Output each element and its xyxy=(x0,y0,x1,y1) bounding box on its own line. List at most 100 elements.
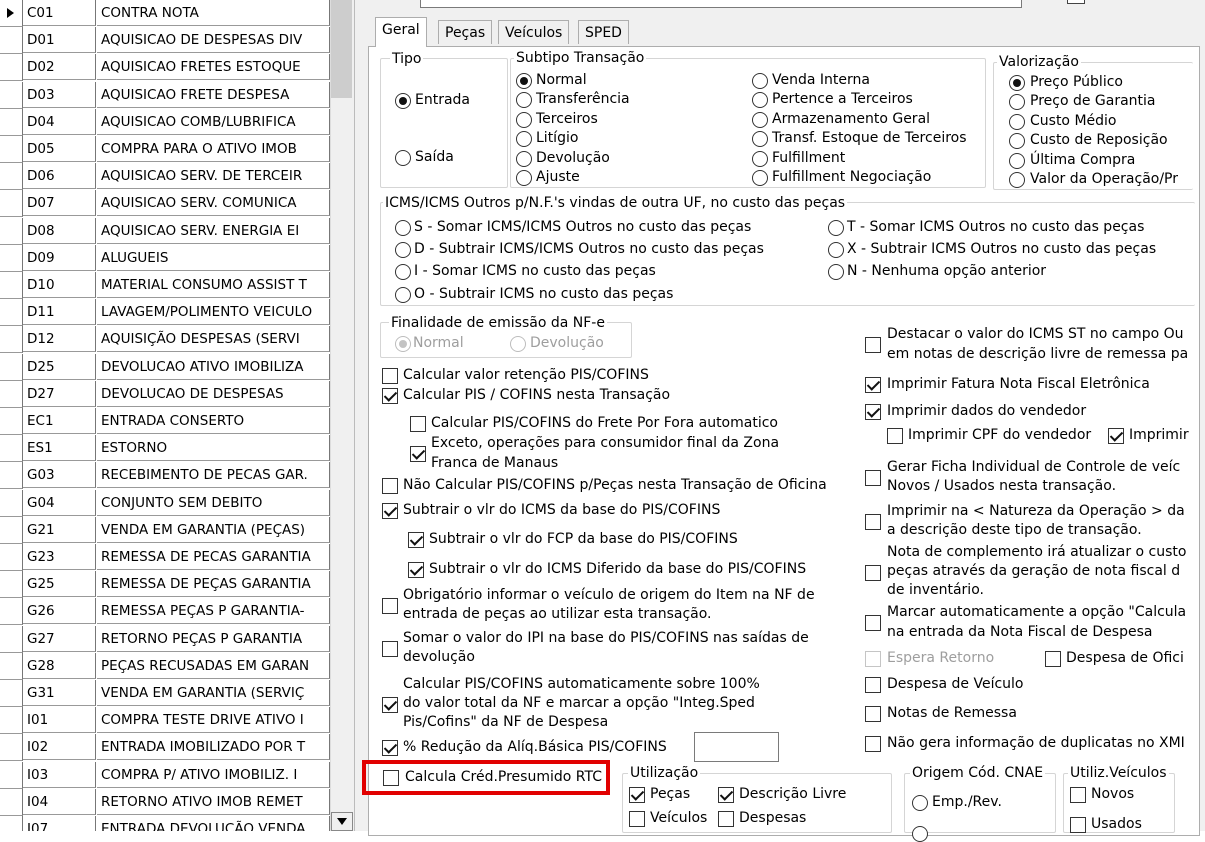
calc-frete-checkbox[interactable] xyxy=(410,416,426,432)
espera-retorno-checkbox[interactable] xyxy=(865,651,881,667)
valorizacao-radio[interactable] xyxy=(1009,172,1025,188)
table-row[interactable]: D02 AQUISICAO FRETES ESTOQUE xyxy=(0,54,330,82)
row-code-cell[interactable]: D27 xyxy=(23,380,96,407)
row-code-cell[interactable]: D08 xyxy=(23,217,96,244)
marcar-auto-checkbox[interactable] xyxy=(865,615,881,631)
table-row[interactable]: G27 RETORNO PEÇAS P GARANTIA xyxy=(0,625,330,653)
row-description-cell[interactable]: RECEBIMENTO DE PECAS GAR. xyxy=(97,462,330,489)
row-code-cell[interactable]: EC1 xyxy=(23,408,96,434)
subtipo-radio[interactable] xyxy=(752,170,768,186)
subtrair-icms-checkbox[interactable] xyxy=(382,503,398,519)
icms-option-radio[interactable] xyxy=(395,220,411,236)
icms-option-radio[interactable] xyxy=(395,242,411,258)
row-code-cell[interactable]: D03 xyxy=(23,81,96,108)
icms-option-radio[interactable] xyxy=(395,264,411,280)
row-code-cell[interactable]: G03 xyxy=(23,462,96,489)
finalidade-devolucao-radio[interactable] xyxy=(510,336,526,352)
row-description-cell[interactable]: ENTRADA CONSERTO xyxy=(97,408,330,434)
row-code-cell[interactable]: D07 xyxy=(23,190,96,217)
row-description-cell[interactable]: MATERIAL CONSUMO ASSIST T xyxy=(97,272,330,298)
row-description-cell[interactable]: ENTRADA IMOBILIZADO POR T xyxy=(97,734,330,761)
table-row[interactable]: D08 AQUISICAO SERV. ENERGIA EI xyxy=(0,217,330,245)
grid-vertical-scrollbar[interactable] xyxy=(330,0,355,831)
row-description-cell[interactable]: ENTRADA DEVOLUÇÃO VENDA xyxy=(97,816,330,831)
row-description-cell[interactable]: VENDA EM GARANTIA (PEÇAS) xyxy=(97,516,330,543)
row-description-cell[interactable]: RETORNO PEÇAS P GARANTIA xyxy=(97,625,330,652)
subtipo-radio[interactable] xyxy=(752,73,768,89)
row-code-cell[interactable]: G28 xyxy=(23,652,96,679)
table-row[interactable]: D01 AQUISICAO DE DESPESAS DIV xyxy=(0,27,330,55)
row-code-cell[interactable]: I03 xyxy=(23,761,96,788)
table-row[interactable]: G03 RECEBIMENTO DE PECAS GAR. xyxy=(0,462,330,490)
row-code-cell[interactable]: ES1 xyxy=(23,435,96,462)
imprimir-natureza-checkbox[interactable] xyxy=(865,514,881,530)
utilizacao-despesas-checkbox[interactable] xyxy=(718,811,734,827)
row-code-cell[interactable]: I01 xyxy=(23,707,96,734)
row-description-cell[interactable]: AQUISICAO FRETES ESTOQUE xyxy=(97,54,330,81)
row-code-cell[interactable]: G27 xyxy=(23,625,96,652)
row-description-cell[interactable]: AQUISIÇÃO DESPESAS (SERVI xyxy=(97,326,330,353)
icms-option-radio[interactable] xyxy=(828,264,844,280)
row-description-cell[interactable]: COMPRA TESTE DRIVE ATIVO I xyxy=(97,707,330,734)
subtipo-radio[interactable] xyxy=(516,112,532,128)
row-description-cell[interactable]: ESTORNO xyxy=(97,435,330,462)
row-description-cell[interactable]: PEÇAS RECUSADAS EM GARAN xyxy=(97,652,330,679)
row-code-cell[interactable]: G23 xyxy=(23,544,96,570)
imprimir-cpf-checkbox[interactable] xyxy=(887,428,903,444)
valorizacao-radio[interactable] xyxy=(1009,153,1025,169)
row-description-cell[interactable]: AQUISICAO FRETE DESPESA xyxy=(97,81,330,108)
row-description-cell[interactable]: DEVOLUCAO DE DESPESAS xyxy=(97,380,330,407)
top-checkbox[interactable] xyxy=(1067,0,1085,4)
table-row[interactable]: G04 CONJUNTO SEM DEBITO xyxy=(0,489,330,517)
subtipo-radio[interactable] xyxy=(752,131,768,147)
row-description-cell[interactable]: AQUISICAO SERV. COMUNICA xyxy=(97,190,330,217)
tipo-saida-radio[interactable] xyxy=(395,150,411,166)
table-row[interactable]: G26 REMESSA PEÇAS P GARANTIA- xyxy=(0,598,330,626)
table-row[interactable]: D09 ALUGUEIS xyxy=(0,244,330,272)
grid-scroll-thumb[interactable] xyxy=(331,0,352,98)
row-code-cell[interactable]: I04 xyxy=(23,788,96,815)
row-code-cell[interactable]: D09 xyxy=(23,244,96,271)
row-description-cell[interactable]: COMPRA PARA O ATIVO IMOB xyxy=(97,136,330,162)
row-code-cell[interactable]: G26 xyxy=(23,598,96,625)
valorizacao-radio[interactable] xyxy=(1009,75,1025,91)
icms-option-radio[interactable] xyxy=(395,287,411,303)
table-row[interactable]: D06 AQUISICAO SERV. DE TERCEIR xyxy=(0,163,330,191)
despesa-veiculo-checkbox[interactable] xyxy=(865,677,881,693)
origem-second-radio[interactable] xyxy=(912,826,928,842)
row-description-cell[interactable]: CONJUNTO SEM DEBITO xyxy=(97,489,330,516)
utilizacao-veiculos-checkbox[interactable] xyxy=(629,811,645,827)
table-row[interactable]: D12 AQUISIÇÃO DESPESAS (SERVI xyxy=(0,326,330,354)
destacar-icms-st-checkbox[interactable] xyxy=(865,337,881,353)
tab-pecas[interactable]: Peças xyxy=(438,20,493,44)
row-code-cell[interactable]: G25 xyxy=(23,571,96,598)
imprimir-fatura-checkbox[interactable] xyxy=(865,377,881,393)
subtipo-radio[interactable] xyxy=(516,92,532,108)
subtrair-fcp-checkbox[interactable] xyxy=(408,532,424,548)
row-description-cell[interactable]: CONTRA NOTA xyxy=(97,0,330,26)
obrigatorio-veiculo-checkbox[interactable] xyxy=(382,598,398,614)
subtipo-radio[interactable] xyxy=(752,92,768,108)
row-code-cell[interactable]: D05 xyxy=(23,136,96,162)
row-code-cell[interactable]: D04 xyxy=(23,108,96,135)
subtipo-radio[interactable] xyxy=(752,151,768,167)
gerar-ficha-checkbox[interactable] xyxy=(865,470,881,486)
notas-remessa-checkbox[interactable] xyxy=(865,706,881,722)
scroll-down-arrow-icon[interactable] xyxy=(331,812,353,831)
despesa-oficina-checkbox[interactable] xyxy=(1045,651,1061,667)
table-row[interactable]: G25 REMESSA DE PEÇAS GARANTIA xyxy=(0,571,330,599)
calc-auto-100-checkbox[interactable] xyxy=(382,697,398,713)
splitter[interactable] xyxy=(354,0,369,831)
origem-emp-radio[interactable] xyxy=(912,795,928,811)
table-row[interactable]: C01 CONTRA NOTA xyxy=(0,0,330,27)
reducao-aliq-input[interactable] xyxy=(694,732,779,762)
row-code-cell[interactable]: G21 xyxy=(23,516,96,543)
table-row[interactable]: D27 DEVOLUCAO DE DESPESAS xyxy=(0,380,330,408)
row-code-cell[interactable]: C01 xyxy=(23,0,96,26)
table-row[interactable]: G28 PEÇAS RECUSADAS EM GARAN xyxy=(0,652,330,680)
table-row[interactable]: I07 ENTRADA DEVOLUÇÃO VENDA xyxy=(0,816,330,831)
row-code-cell[interactable]: D12 xyxy=(23,326,96,353)
table-row[interactable]: D07 AQUISICAO SERV. COMUNICA xyxy=(0,190,330,218)
exceto-zona-franca-checkbox[interactable] xyxy=(410,446,426,462)
row-description-cell[interactable]: VENDA EM GARANTIA (SERVIÇ xyxy=(97,680,330,706)
